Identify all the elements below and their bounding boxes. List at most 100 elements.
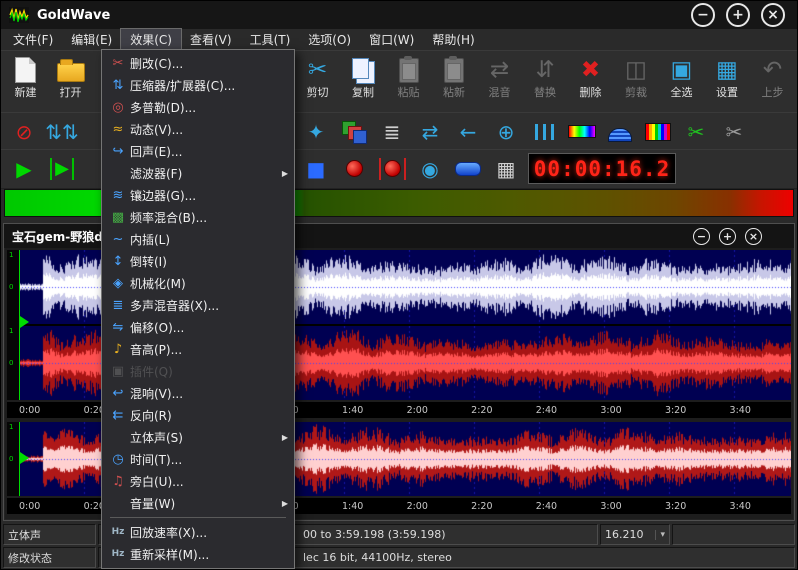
play-button[interactable]: ▶ — [5, 152, 43, 185]
selection-info: 00 to 3:59.198 (3:59.198) — [303, 528, 446, 541]
maximize-button[interactable]: + — [726, 3, 750, 27]
time-label: 2:40 — [536, 405, 557, 416]
effects-menu-item-censor[interactable]: ✂删改(C)... — [102, 52, 294, 74]
toolbar-icon-box — [444, 55, 464, 85]
toolbar-button-label: 粘贴 — [398, 87, 420, 98]
move-cue-button[interactable]: ⊕ — [487, 115, 525, 148]
cut-button[interactable]: ✂剪切 — [295, 53, 340, 98]
playback-marker-icon[interactable] — [20, 316, 29, 328]
effects-menu-item-stereo[interactable]: 立体声(S)▶ — [102, 426, 294, 448]
new-file-icon — [15, 57, 36, 83]
effect-star-icon: ✦ — [308, 122, 325, 142]
trim-icon: ◫ — [625, 59, 647, 82]
cut-icon: ✂ — [308, 59, 327, 82]
effects-menu-item-flanger[interactable]: ≋镶边器(G)... — [102, 184, 294, 206]
delete-button[interactable]: ✖删除 — [568, 53, 613, 98]
close-button[interactable]: × — [761, 3, 785, 27]
effects-menu-item-pitch[interactable]: ♪音高(P)... — [102, 338, 294, 360]
menubar-item-help[interactable]: 帮助(H) — [423, 29, 483, 50]
toolbar-button-label: 上步 — [762, 87, 784, 98]
sound-close-button[interactable]: × — [745, 228, 762, 245]
effects-menu-item-volume[interactable]: 音量(W)▶ — [102, 492, 294, 514]
paste-button[interactable]: 粘贴 — [386, 53, 431, 98]
new-file-button[interactable]: 新建 — [3, 53, 48, 98]
menu-item-label: 重新采样(M)... — [130, 546, 209, 563]
sound-minimize-button[interactable]: − — [693, 228, 710, 245]
effects-menu-item-playback-rate[interactable]: Hz回放速率(X)... — [102, 521, 294, 543]
overview-playback-marker-icon[interactable] — [20, 452, 29, 464]
menubar-item-edit[interactable]: 编辑(E) — [62, 29, 121, 50]
effects-menu-item-echo[interactable]: ↪回声(E)... — [102, 140, 294, 162]
expand-vertical-button[interactable]: ⇅⇅ — [43, 115, 81, 148]
replace-button[interactable]: ⇵替换 — [523, 53, 568, 98]
effects-menu-item-offset[interactable]: ⇋偏移(O)... — [102, 316, 294, 338]
effects-menu-item-invert[interactable]: ↕倒转(I) — [102, 250, 294, 272]
effects-menu-item-mechanize[interactable]: ◈机械化(M) — [102, 272, 294, 294]
spectrum-bars-button[interactable] — [639, 115, 677, 148]
menubar-item-tools[interactable]: 工具(T) — [241, 29, 300, 50]
dropdown-arrow-icon[interactable]: ▾ — [655, 530, 665, 540]
menu-item-label: 动态(V)... — [130, 121, 183, 138]
effect-star-button[interactable]: ✦ — [297, 115, 335, 148]
effects-menu-item-interpolate[interactable]: ~内插(L) — [102, 228, 294, 250]
menubar-item-window[interactable]: 窗口(W) — [360, 29, 423, 50]
layers-button[interactable] — [335, 115, 373, 148]
stop-button[interactable]: ■ — [297, 152, 335, 185]
record-selection-button[interactable] — [373, 152, 411, 185]
zoom-select[interactable]: 16.210 ▾ — [600, 524, 670, 545]
record-button[interactable] — [335, 152, 373, 185]
scissors-gray-button[interactable]: ✂ — [715, 115, 753, 148]
effects-menu-item-doppler[interactable]: ◎多普勒(D)... — [102, 96, 294, 118]
menubar-item-effects[interactable]: 效果(C) — [121, 29, 181, 50]
menu-separator — [110, 517, 286, 518]
sound-maximize-button[interactable]: + — [719, 228, 736, 245]
dome-button[interactable] — [601, 115, 639, 148]
open-file-button[interactable]: 打开 — [48, 53, 93, 98]
playlist-button[interactable]: ≣ — [373, 115, 411, 148]
minimize-button[interactable]: − — [691, 3, 715, 27]
amplitude-label: 1 — [9, 252, 13, 259]
copy-button[interactable]: 复制 — [341, 53, 386, 98]
menubar-item-file[interactable]: 文件(F) — [4, 29, 62, 50]
paste-new-icon — [444, 58, 464, 83]
grid-view-button[interactable]: ▦ — [487, 152, 525, 185]
scissors-gray-icon: ✂ — [726, 122, 743, 142]
disable-effects-button[interactable]: ⊘ — [5, 115, 43, 148]
effects-menu-item-mixer[interactable]: ≣多声混音器(X)... — [102, 294, 294, 316]
effects-menu-item-resample[interactable]: Hz重新采样(M)... — [102, 543, 294, 565]
toolbar-button-label: 删除 — [580, 87, 602, 98]
toolbar-button-label: 混音 — [489, 87, 511, 98]
channel-mode-cell[interactable]: 立体声 — [3, 524, 96, 545]
play-selection-icon: ▶ — [50, 158, 74, 180]
settings-button[interactable]: ▦设置 — [705, 53, 750, 98]
selection-view-button[interactable] — [449, 152, 487, 185]
trim-button[interactable]: ◫剪裁 — [614, 53, 659, 98]
menubar-item-options[interactable]: 选项(O) — [299, 29, 360, 50]
effects-menu-item-compressor-expander[interactable]: ⇅压缩器/扩展器(C)... — [102, 74, 294, 96]
previous-marker-button[interactable]: ← — [449, 115, 487, 148]
select-all-button[interactable]: ▣全选 — [659, 53, 704, 98]
effects-menu-item-time[interactable]: ◷时间(T)... — [102, 448, 294, 470]
effects-menu-item-reverb[interactable]: ↩混响(V)... — [102, 382, 294, 404]
play-selection-button[interactable]: ▶ — [43, 152, 81, 185]
monitor-button[interactable]: ◉ — [411, 152, 449, 185]
menu-item-label: 插件(Q) — [130, 363, 173, 380]
mix-button[interactable]: ⇄混音 — [477, 53, 522, 98]
menu-item-label: 镶边器(G)... — [130, 187, 196, 204]
undo-button[interactable]: ↶上步 — [750, 53, 795, 98]
sliders-button[interactable] — [525, 115, 563, 148]
effects-menu-item-frequency-blend[interactable]: ▩频率混合(B)... — [102, 206, 294, 228]
paste-new-button[interactable]: 粘新 — [432, 53, 477, 98]
effects-menu-item-filter[interactable]: 滤波器(F)▶ — [102, 162, 294, 184]
effects-menu-item-reverse[interactable]: ⇇反向(R) — [102, 404, 294, 426]
swap-channels-button[interactable]: ⇄ — [411, 115, 449, 148]
menu-item-label: 多声混音器(X)... — [130, 297, 219, 314]
zoom-value: 16.210 — [605, 528, 644, 541]
rainbow-bar-button[interactable] — [563, 115, 601, 148]
time-label: 2:20 — [471, 405, 492, 416]
menubar-item-view[interactable]: 查看(V) — [181, 29, 241, 50]
effects-menu-item-dynamics[interactable]: ≈动态(V)... — [102, 118, 294, 140]
interpolate-icon: ~ — [106, 233, 130, 246]
effects-menu-item-voice-over[interactable]: ♫旁白(U)... — [102, 470, 294, 492]
scissors-green-button[interactable]: ✂ — [677, 115, 715, 148]
